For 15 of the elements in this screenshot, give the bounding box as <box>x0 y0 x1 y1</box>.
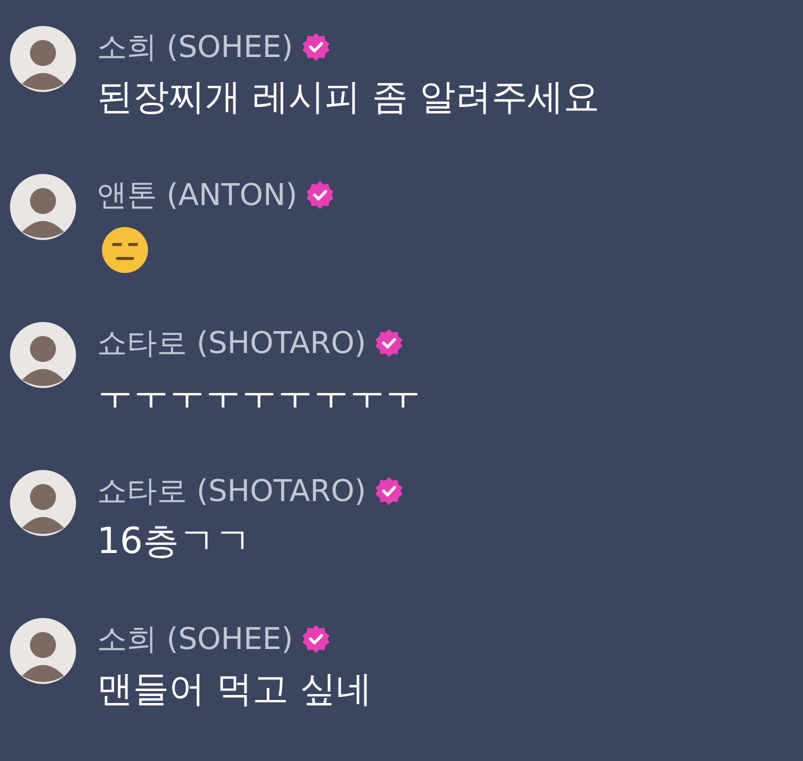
avatar-icon[interactable] <box>10 26 76 92</box>
avatar-icon[interactable] <box>10 322 76 388</box>
avatar-icon[interactable] <box>10 470 76 536</box>
message-text: 16층ㄱㄱ <box>97 520 252 564</box>
avatar-icon[interactable] <box>10 618 76 684</box>
user-name: 앤톤 (ANTON) <box>97 176 298 214</box>
user-name: 소희 (SOHEE) <box>97 28 294 66</box>
expressionless-face-icon <box>101 226 149 274</box>
user-name: 소희 (SOHEE) <box>97 620 294 658</box>
message-text: 맨들어 먹고 싶네 <box>97 668 372 712</box>
user-name: 쇼타로 (SHOTARO) <box>97 324 366 362</box>
user-name: 쇼타로 (SHOTARO) <box>97 472 366 510</box>
message-text: 된장찌개 레시피 좀 알려주세요 <box>97 76 600 120</box>
message-text: ㅜㅜㅜㅜㅜㅜㅜㅜㅜ <box>97 372 421 416</box>
avatar-icon[interactable] <box>10 174 76 240</box>
